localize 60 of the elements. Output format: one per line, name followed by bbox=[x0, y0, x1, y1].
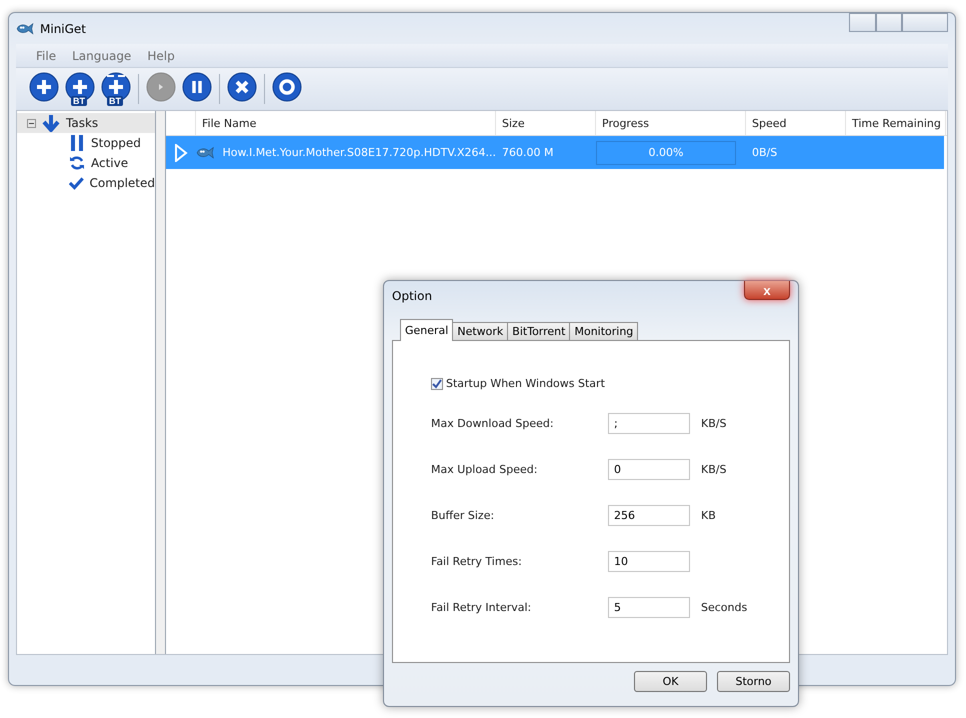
fish-icon bbox=[16, 22, 34, 36]
field-label: Max Download Speed: bbox=[431, 416, 555, 430]
checkbox[interactable] bbox=[431, 378, 443, 390]
table-cell-text: 760.00 M bbox=[501, 146, 554, 159]
unit-label: Seconds bbox=[701, 600, 748, 614]
column-header[interactable]: Size bbox=[496, 111, 596, 135]
window-title: MiniGet bbox=[40, 22, 86, 36]
column-header[interactable]: Time Remaining bbox=[846, 111, 946, 135]
table-cell-text: 0B/S bbox=[751, 146, 778, 159]
toolbar-button[interactable]: BT bbox=[65, 72, 95, 106]
plus-glasses-icon bbox=[101, 72, 131, 102]
plus-icon bbox=[29, 72, 59, 102]
checkbox-label: Startup When Windows Start bbox=[446, 377, 605, 390]
menu-item[interactable]: File bbox=[30, 48, 62, 62]
input-field[interactable]: 0 bbox=[608, 458, 690, 480]
tree-item[interactable]: Stopped bbox=[17, 133, 155, 153]
plus-icon bbox=[65, 72, 95, 102]
tree-item[interactable]: Tasks bbox=[17, 113, 155, 133]
column-header[interactable]: File Name bbox=[196, 111, 496, 135]
play-icon bbox=[146, 72, 176, 102]
dialog-title: Option bbox=[392, 288, 432, 302]
settings-icon bbox=[272, 72, 302, 102]
close-button[interactable] bbox=[902, 13, 948, 32]
delete-icon bbox=[227, 72, 257, 102]
field-label: Buffer Size: bbox=[431, 508, 496, 522]
pause-icon bbox=[182, 72, 212, 102]
field-label: Fail Retry Times: bbox=[431, 554, 523, 568]
play-icon bbox=[174, 144, 188, 162]
menu-item[interactable]: Help bbox=[141, 48, 181, 62]
unit-label: KB/S bbox=[701, 416, 728, 430]
table-cell: 0.00% bbox=[648, 146, 684, 159]
tree-item[interactable]: Active bbox=[17, 153, 155, 173]
input-field[interactable]: ; bbox=[608, 412, 690, 434]
dialog-button[interactable]: Storno bbox=[717, 671, 790, 692]
column-header[interactable]: Speed bbox=[746, 111, 846, 135]
unit-label: KB bbox=[701, 508, 717, 522]
toolbar-button[interactable]: BT bbox=[101, 72, 131, 106]
menu-item[interactable]: Language bbox=[66, 48, 138, 62]
field-label: Max Upload Speed: bbox=[431, 462, 538, 476]
check-icon bbox=[69, 175, 84, 191]
tab[interactable]: Network bbox=[452, 322, 508, 341]
close-button[interactable]: x bbox=[744, 281, 790, 300]
column-header[interactable]: Progress bbox=[596, 111, 746, 135]
tab[interactable]: BitTorrent bbox=[507, 322, 570, 341]
input-field[interactable]: 5 bbox=[608, 596, 690, 618]
minimize-button[interactable] bbox=[849, 13, 876, 32]
tab[interactable]: Monitoring bbox=[569, 322, 638, 341]
tab[interactable]: General bbox=[400, 319, 454, 341]
pause-icon bbox=[69, 135, 85, 151]
input-field[interactable]: 10 bbox=[608, 550, 690, 572]
unit-label: KB/S bbox=[701, 462, 728, 476]
maximize-button[interactable] bbox=[876, 13, 902, 32]
field-label: Fail Retry Interval: bbox=[431, 600, 532, 614]
collapse-icon[interactable] bbox=[27, 118, 36, 128]
tree-item[interactable]: Completed bbox=[17, 173, 155, 193]
refresh-icon bbox=[69, 155, 85, 171]
input-field[interactable]: 256 bbox=[608, 504, 690, 526]
down-arrow-icon bbox=[42, 114, 60, 132]
dialog-button[interactable]: OK bbox=[634, 671, 707, 692]
table-cell-text: How.I.Met.Your.Mother.S08E17.720p.HDTV.X264... bbox=[221, 146, 496, 159]
